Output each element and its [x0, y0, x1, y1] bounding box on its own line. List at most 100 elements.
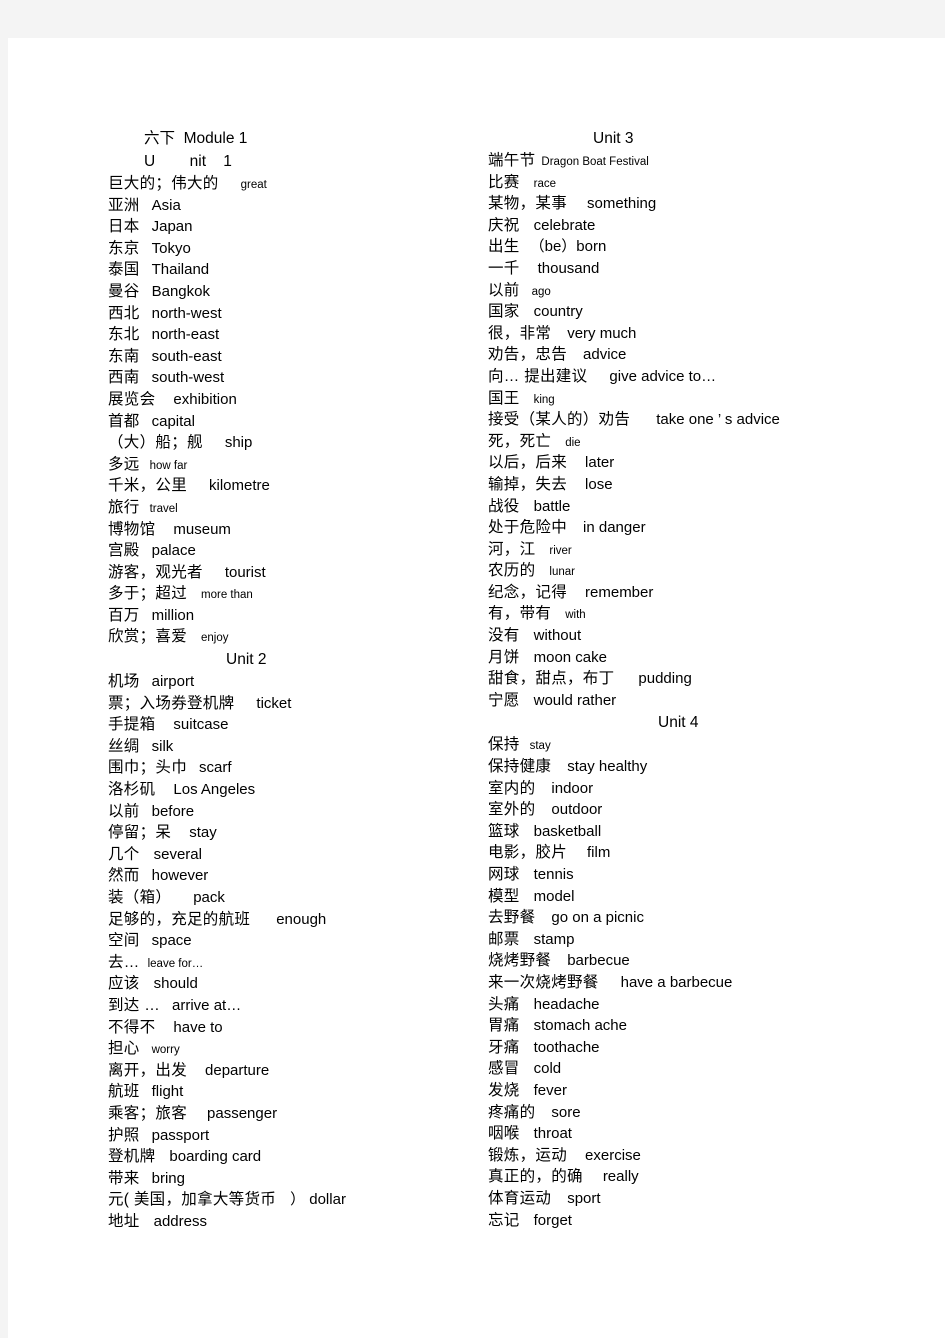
english-term: lunar: [549, 566, 575, 579]
chinese-term: 疼痛的: [488, 1103, 536, 1121]
english-term: before: [151, 802, 195, 820]
english-term: great: [240, 179, 267, 191]
chinese-term: 劝告，忠告: [488, 346, 568, 364]
vocabulary-row: 空间 space: [108, 930, 508, 952]
unit4-entry-list: 保持 stay 保持健康 stay healthy 室内的 indoor 室外的 outdoo…: [488, 734, 888, 1231]
vocabulary-row: 以前 before: [108, 801, 508, 823]
vocabulary-row: 不得不 have to: [108, 1017, 508, 1039]
english-term: later: [585, 454, 615, 472]
unit2-heading: Unit 2: [226, 651, 267, 669]
vocabulary-row: 担心 worry: [108, 1038, 508, 1060]
vocabulary-row: 博物馆 museum: [108, 519, 508, 541]
english-term: ago: [531, 285, 551, 298]
chinese-term: 端午节: [488, 152, 536, 169]
vocabulary-row: 到达 … arrive at…: [108, 995, 508, 1017]
english-term: Thailand: [151, 261, 210, 279]
chinese-term: 千米，公里: [108, 477, 188, 495]
chinese-term: 一千: [488, 259, 520, 277]
vocabulary-row: 一千 thousand: [488, 258, 888, 280]
vocabulary-row: 东京 Tokyo: [108, 238, 508, 260]
english-term: tourist: [224, 563, 266, 581]
english-term: however: [151, 867, 209, 885]
vocabulary-row: 西北 north-west: [108, 303, 508, 325]
vocabulary-row: 输掉，失去 lose: [488, 474, 888, 496]
english-term: have to: [173, 1018, 223, 1036]
chinese-term: 来一次烧烤野餐: [488, 973, 599, 991]
vocabulary-row: 发烧 fever: [488, 1080, 888, 1102]
chinese-term: 烧烤野餐: [488, 952, 552, 970]
english-term: enjoy: [201, 632, 229, 645]
chinese-term: 带来: [108, 1169, 140, 1187]
chinese-term: 某物，某事: [488, 195, 568, 213]
vocabulary-row: 河，江 river: [488, 539, 888, 561]
english-term: battle: [533, 497, 571, 515]
vocabulary-row: （大）船；舰 ship: [108, 432, 508, 454]
vocabulary-row: 千米，公里 kilometre: [108, 475, 508, 497]
chinese-term: 去野餐: [488, 909, 536, 927]
vocabulary-row: 围巾；头巾 scarf: [108, 757, 508, 779]
chinese-term: 篮球: [488, 822, 520, 840]
chinese-term: 东南: [108, 347, 140, 365]
vocabulary-row: 航班 flight: [108, 1081, 508, 1103]
english-term: space: [151, 932, 192, 950]
chinese-term: 接受（某人的）劝告: [488, 411, 631, 429]
vocabulary-row: 然而 however: [108, 865, 508, 887]
vocabulary-row: 来一次烧烤野餐 have a barbecue: [488, 972, 888, 994]
vocabulary-row: 应该 should: [108, 973, 508, 995]
english-term: passport: [151, 1126, 210, 1144]
english-term: travel: [149, 502, 178, 515]
vocabulary-row: 离开，出发 departure: [108, 1060, 508, 1082]
english-term: stay: [529, 740, 551, 753]
chinese-term: 手提箱: [108, 716, 156, 734]
chinese-term: 西南: [108, 369, 140, 387]
vocabulary-row: 日本 Japan: [108, 216, 508, 238]
english-term: south-west: [151, 369, 225, 387]
vocabulary-row: 邮票 stamp: [488, 929, 888, 951]
english-term: throat: [533, 1125, 572, 1143]
english-term: celebrate: [533, 216, 596, 234]
chinese-term: 锻炼，运动: [488, 1146, 568, 1164]
english-term: several: [153, 845, 202, 863]
english-term: ） dollar: [290, 1191, 346, 1209]
chinese-term: 输掉，失去: [488, 475, 568, 493]
vocabulary-row: 宫殿 palace: [108, 540, 508, 562]
vocabulary-row: 西南 south-west: [108, 367, 508, 389]
vocabulary-row: 端午节 Dragon Boat Festival: [488, 150, 888, 172]
chinese-term: 多远: [108, 455, 140, 473]
vocabulary-row: 比赛 race: [488, 172, 888, 194]
chinese-term: 发烧: [488, 1081, 520, 1099]
chinese-term: 乘客；旅客: [108, 1104, 188, 1122]
english-term: stay healthy: [567, 758, 648, 776]
chinese-term: 室内的: [488, 779, 536, 797]
english-term: capital: [151, 412, 195, 430]
english-term: arrive at…: [172, 996, 242, 1014]
english-term: pack: [193, 889, 225, 906]
vocabulary-row: 保持 stay: [488, 734, 888, 756]
vocabulary-row: 泰国 Thailand: [108, 259, 508, 281]
english-term: would rather: [533, 691, 617, 709]
unit3-heading: Unit 3: [593, 130, 634, 147]
chinese-term: 机场: [108, 673, 140, 691]
vocabulary-row: 劝告，忠告 advice: [488, 344, 888, 366]
chinese-term: 忘记: [488, 1211, 520, 1229]
english-term: pudding: [638, 670, 692, 688]
chinese-term: 票；入场券登机牌: [108, 694, 235, 712]
document-page: 六下 Module 1 U nit 1 巨大的；伟大的 great 亚洲 Asia 日本…: [8, 38, 945, 1338]
chinese-term: 不得不: [108, 1018, 156, 1036]
vocabulary-row: 某物，某事 something: [488, 193, 888, 215]
english-term: worry: [151, 1044, 180, 1057]
english-term: （be）born: [529, 238, 607, 256]
chinese-term: 电影，胶片: [488, 844, 568, 862]
chinese-term: 纪念，记得: [488, 583, 568, 601]
vocabulary-row: 几个 several: [108, 844, 508, 866]
chinese-term: 死，死亡: [488, 432, 552, 450]
english-term: very much: [567, 324, 637, 342]
chinese-term: 地址: [108, 1212, 140, 1230]
english-term: scarf: [199, 759, 232, 777]
chinese-term: 宁愿: [488, 691, 520, 709]
english-term: exercise: [585, 1146, 641, 1164]
english-term: Bangkok: [151, 282, 210, 300]
vocabulary-row: 感冒 cold: [488, 1058, 888, 1080]
chinese-term: 巨大的；伟大的: [108, 175, 219, 192]
vocabulary-row: 登机牌 boarding card: [108, 1146, 508, 1168]
